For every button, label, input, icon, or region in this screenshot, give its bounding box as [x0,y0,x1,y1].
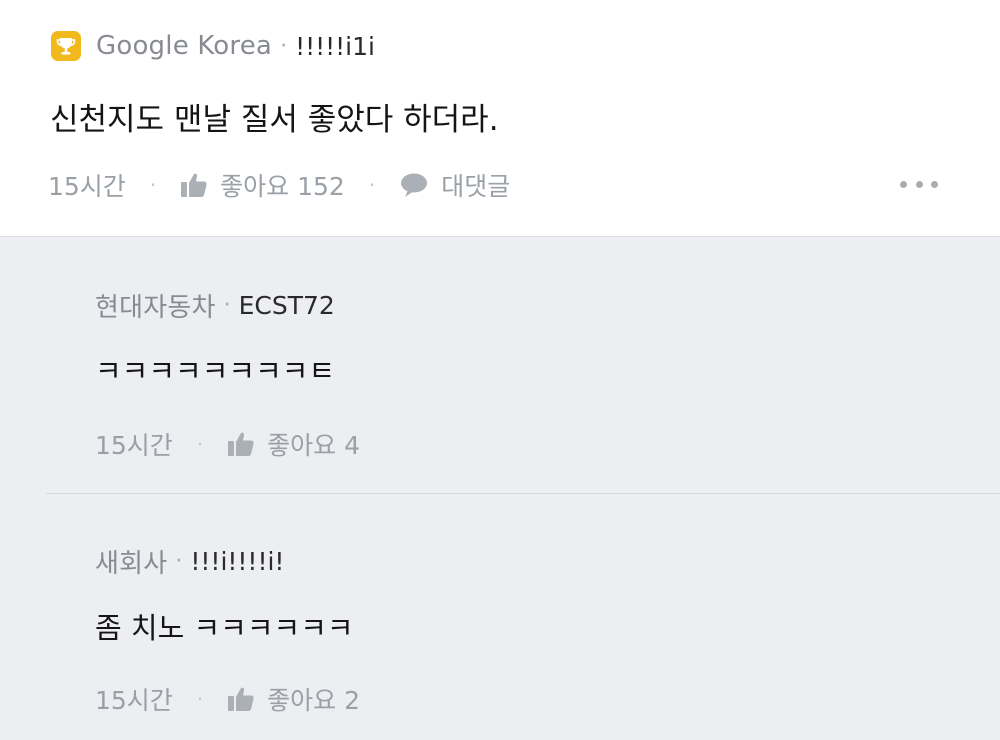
reply-label: 대댓글 [441,172,511,201]
thumbs-up-icon [228,687,254,711]
replies-section: 현대자동차 · ECST72 ㅋㅋㅋㅋㅋㅋㅋㅋㅌ 15시간 · 좋아요 4 새회… [0,236,1000,740]
timestamp: 15시간 [95,686,173,715]
company-name[interactable]: 새회사 [95,543,167,580]
more-dot [931,180,938,188]
like-count: 좋아요 152 [220,172,345,201]
more-dot [900,180,907,188]
username[interactable]: !!!i!!!!i! [190,547,284,576]
reply-actions: 15시간 · 좋아요 2 [95,681,360,717]
comment-text: 신천지도 맨날 질서 좋았다 하더라. [50,102,499,138]
speech-bubble-icon [401,173,428,197]
username[interactable]: ECST72 [239,291,335,320]
comment-actions: 15시간 · 좋아요 152 · 대댓글 [48,167,510,203]
username[interactable]: !!!!!i1i [295,32,375,61]
more-dot [915,180,923,188]
like-count: 좋아요 2 [267,686,361,715]
reply-text: ㅋㅋㅋㅋㅋㅋㅋㅋㅌ [95,354,336,388]
meta-separator: · [223,293,231,318]
action-separator: · [196,432,204,456]
reply-header: 새회사 · !!!i!!!!i! [95,543,284,580]
timestamp: 15시간 [48,172,126,201]
like-button[interactable]: 좋아요 152 [180,167,345,203]
reply-header: 현대자동차 · ECST72 [95,287,335,324]
thumbs-up-icon [228,432,254,456]
timestamp: 15시간 [95,431,173,460]
meta-separator: · [280,33,288,59]
action-separator: · [149,173,157,197]
reply-actions: 15시간 · 좋아요 4 [95,426,360,462]
trophy-icon [51,31,81,61]
comment-header: Google Korea · !!!!!i1i [50,30,375,62]
reply-text: 좀 치노 ㅋㅋㅋㅋㅋㅋ [95,611,354,645]
like-button[interactable]: 좋아요 2 [227,681,360,717]
action-separator: · [368,173,376,197]
company-name[interactable]: 현대자동차 [95,287,216,324]
thumbs-up-icon [181,173,207,197]
reply-divider [46,493,1000,494]
action-separator: · [196,687,204,711]
more-options-icon[interactable] [900,174,938,194]
like-count: 좋아요 4 [267,431,361,460]
reply-button[interactable]: 대댓글 [399,167,510,203]
company-name[interactable]: Google Korea [96,31,272,61]
like-button[interactable]: 좋아요 4 [227,426,360,462]
meta-separator: · [175,549,183,574]
main-comment: Google Korea · !!!!!i1i 신천지도 맨날 질서 좋았다 하… [0,0,1000,236]
